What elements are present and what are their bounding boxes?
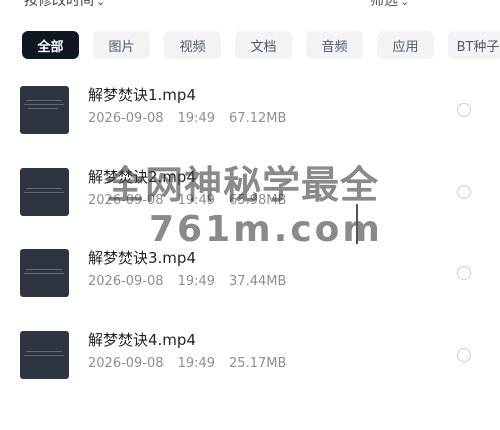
file-date: 2026-09-08 (88, 274, 164, 289)
select-radio[interactable] (457, 348, 471, 362)
chip-label: BT种子 (456, 39, 500, 55)
select-radio[interactable] (457, 103, 471, 117)
filter-chevron-icon: ⌄ (400, 0, 410, 8)
file-date: 2026-09-08 (88, 111, 164, 126)
select-radio[interactable] (457, 266, 471, 280)
file-size: 25.17MB (229, 356, 287, 371)
chip-label: 文档 (250, 39, 277, 55)
chip-bt-torrent[interactable]: BT种子 (448, 31, 500, 59)
chip-all[interactable]: 全部 (22, 31, 79, 59)
file-meta: 2026-09-08 19:49 25.17MB (88, 356, 300, 371)
video-thumbnail (20, 331, 69, 379)
file-row[interactable]: 解梦焚诀1.mp4 2026-09-08 19:49 67.12MB (0, 78, 500, 142)
filter-label: 筛选 (370, 0, 398, 9)
top-toolbar: 按修改时间 ⌄ 筛选 ⌄ (0, 0, 500, 12)
grid-view-icon[interactable] (460, 0, 476, 8)
watermark-text: 全网神秘学最全 (106, 163, 380, 207)
chip-label: 音频 (321, 39, 348, 55)
file-row[interactable]: 解梦焚诀3.mp4 2026-09-08 19:49 37.44MB (0, 241, 500, 305)
file-name: 解梦焚诀3.mp4 (88, 249, 196, 267)
chip-audio[interactable]: 音频 (306, 31, 363, 59)
sort-dropdown[interactable]: 按修改时间 ⌄ (24, 0, 105, 10)
watermark-url: 761m.com (149, 209, 383, 250)
file-row[interactable]: 解梦焚诀4.mp4 2026-09-08 19:49 25.17MB (0, 323, 500, 387)
file-meta: 2026-09-08 19:49 67.12MB (88, 111, 300, 126)
file-name: 解梦焚诀1.mp4 (88, 86, 196, 104)
video-thumbnail (20, 168, 69, 216)
chip-images[interactable]: 图片 (93, 31, 150, 59)
file-date: 2026-09-08 (88, 356, 164, 371)
file-size: 67.12MB (229, 111, 287, 126)
chip-label: 视频 (179, 39, 206, 55)
video-thumbnail (20, 249, 69, 297)
sort-label: 按修改时间 (24, 0, 94, 9)
file-time: 19:49 (177, 274, 216, 289)
file-meta: 2026-09-08 19:49 37.44MB (88, 274, 300, 289)
chip-label: 全部 (37, 39, 64, 55)
file-size: 37.44MB (229, 274, 287, 289)
chip-label: 图片 (108, 39, 135, 55)
chip-documents[interactable]: 文档 (235, 31, 292, 59)
chevron-down-icon: ⌄ (96, 0, 106, 8)
text-cursor (356, 204, 358, 244)
chip-apps[interactable]: 应用 (377, 31, 434, 59)
video-thumbnail (20, 86, 69, 134)
file-time: 19:49 (177, 356, 216, 371)
file-time: 19:49 (177, 111, 216, 126)
filter-button[interactable]: 筛选 ⌄ (370, 0, 409, 10)
file-name: 解梦焚诀4.mp4 (88, 331, 196, 349)
chip-videos[interactable]: 视频 (164, 31, 221, 59)
select-radio[interactable] (457, 185, 471, 199)
chip-label: 应用 (392, 39, 419, 55)
